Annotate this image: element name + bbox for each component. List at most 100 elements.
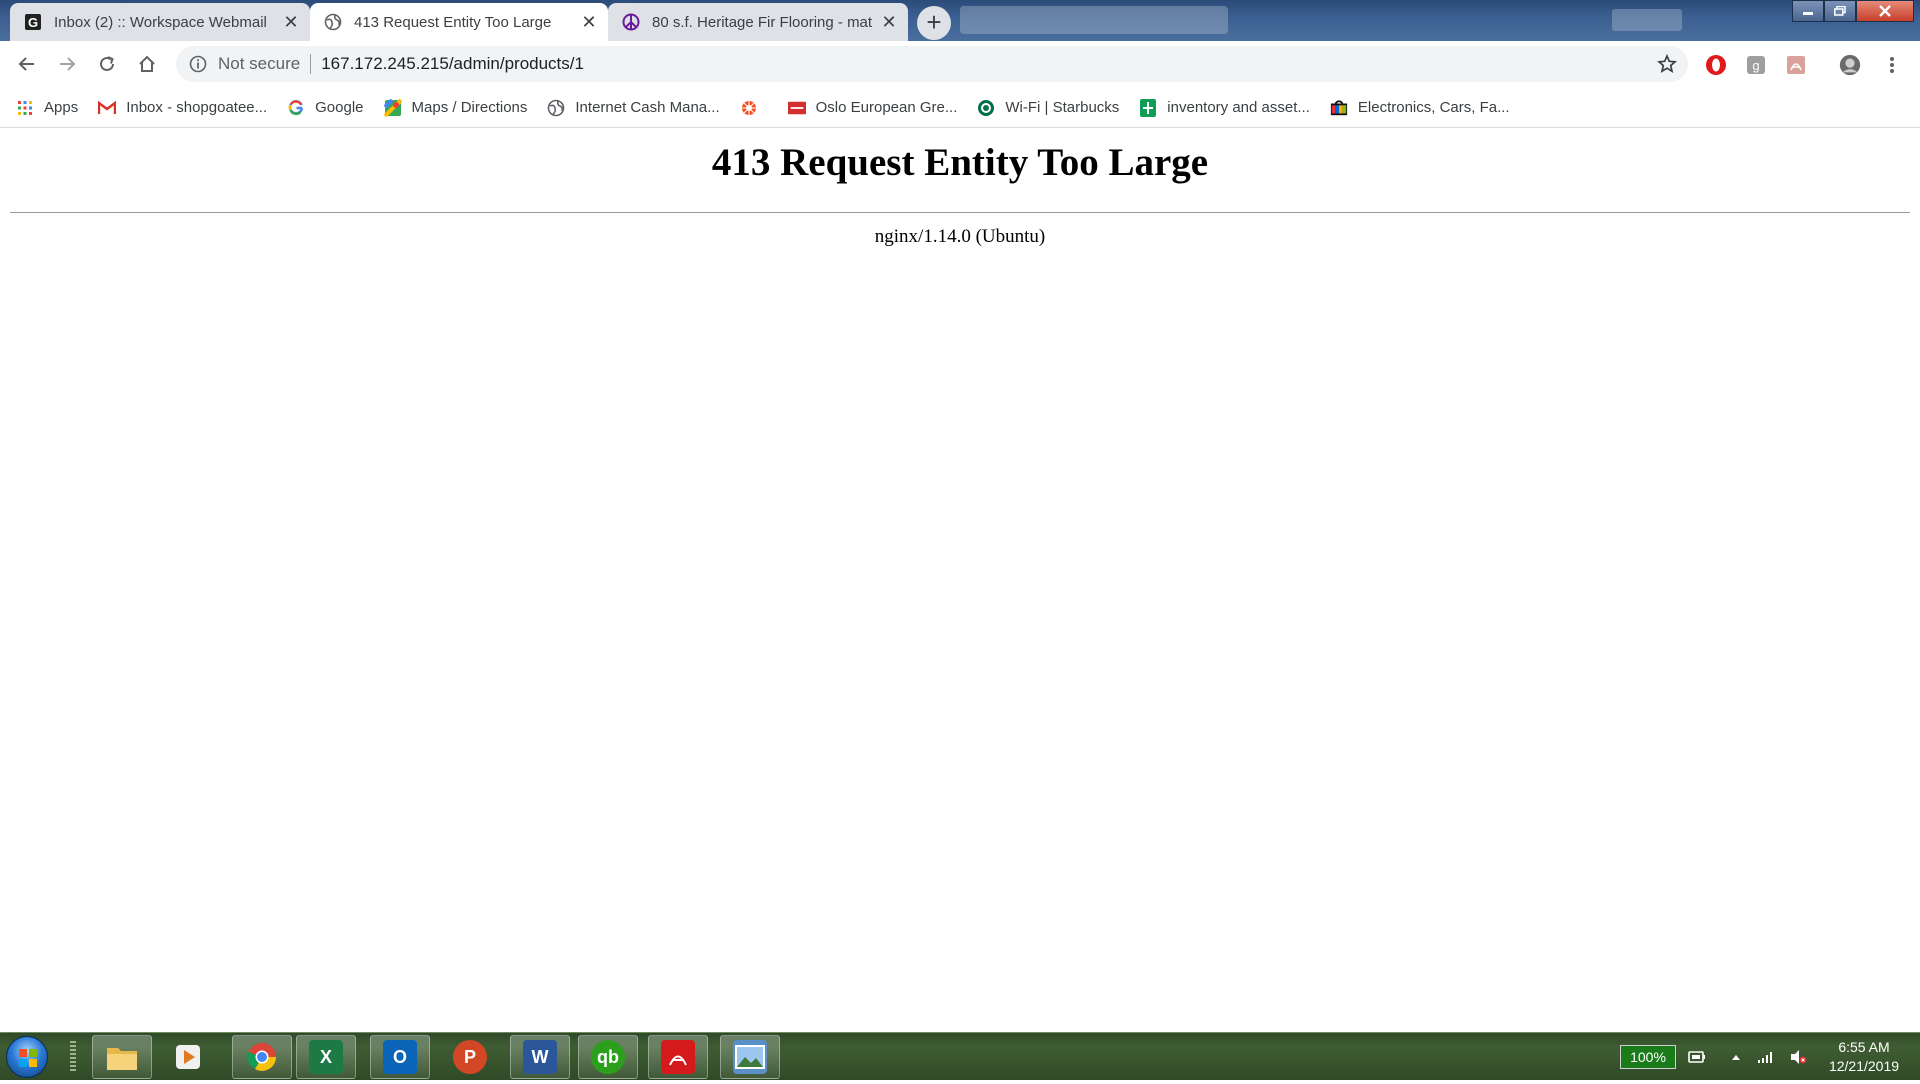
bookmark-oslo[interactable]: Oslo European Gre... — [787, 99, 958, 117]
chrome-icon — [245, 1040, 279, 1074]
bookmark-label: Electronics, Cars, Fa... — [1357, 99, 1510, 116]
photo-viewer-icon — [733, 1040, 767, 1074]
taskbar-file-explorer[interactable] — [92, 1035, 152, 1079]
globe-icon — [547, 99, 565, 117]
taskbar-grip[interactable] — [70, 1041, 76, 1073]
reload-button[interactable] — [92, 49, 122, 79]
bookmark-label: Apps — [44, 99, 79, 116]
flower-icon — [740, 99, 758, 117]
maps-icon — [383, 98, 402, 117]
tab-flooring[interactable]: 80 s.f. Heritage Fir Flooring - mat ✕ — [608, 3, 908, 41]
taskbar-outlook[interactable]: O — [370, 1035, 430, 1079]
red-card-icon — [787, 99, 806, 117]
bookmark-apps[interactable]: Apps — [16, 99, 78, 117]
svg-text:g: g — [1752, 58, 1759, 73]
url-text[interactable]: 167.172.245.215/admin/products/1 — [321, 54, 584, 74]
back-button[interactable] — [12, 49, 42, 79]
gmail-icon — [98, 99, 117, 117]
bookmark-label: Maps / Directions — [411, 99, 528, 116]
bookmark-ebay[interactable]: Electronics, Cars, Fa... — [1330, 99, 1510, 117]
apps-grid-icon — [16, 99, 34, 117]
info-icon[interactable] — [188, 54, 208, 74]
acrobat-icon — [661, 1040, 695, 1074]
bookmarks-bar: Apps Inbox - shopgoatee... Google Maps /… — [0, 88, 1920, 128]
bookmark-starbucks[interactable]: Wi-Fi | Starbucks — [977, 99, 1119, 117]
page-content: 413 Request Entity Too Large nginx/1.14.… — [0, 128, 1920, 1032]
forward-button[interactable] — [52, 49, 82, 79]
opera-extension-icon[interactable] — [1704, 53, 1728, 77]
obscured-region — [1612, 9, 1682, 31]
peace-sign-icon — [622, 13, 640, 31]
bookmark-label: Oslo European Gre... — [815, 99, 958, 116]
close-window-icon[interactable] — [1856, 0, 1914, 22]
tab-webmail[interactable]: G Inbox (2) :: Workspace Webmail ✕ — [10, 3, 310, 41]
media-player-icon — [171, 1040, 205, 1074]
taskbar-word[interactable]: W — [510, 1035, 570, 1079]
taskbar-powerpoint[interactable]: P — [440, 1035, 500, 1079]
server-signature: nginx/1.14.0 (Ubuntu) — [874, 226, 1046, 247]
minimize-icon[interactable] — [1792, 0, 1824, 22]
tab-strip: G Inbox (2) :: Workspace Webmail ✕ 413 R… — [0, 0, 1920, 41]
close-tab-icon[interactable]: ✕ — [580, 13, 598, 31]
taskbar-acrobat[interactable] — [648, 1035, 708, 1079]
taskbar-photos[interactable] — [720, 1035, 780, 1079]
bookmark-maps[interactable]: Maps / Directions — [383, 98, 528, 117]
back-arrow-icon — [18, 57, 34, 71]
power-plug-icon[interactable] — [1686, 1047, 1706, 1067]
divider — [10, 212, 1910, 213]
taskbar-media-player[interactable] — [158, 1035, 218, 1079]
google-icon — [287, 99, 305, 117]
taskbar-excel[interactable]: X — [296, 1035, 356, 1079]
system-clock[interactable]: 6:55 AM 12/21/2019 — [1816, 1038, 1912, 1076]
tab-title: Inbox (2) :: Workspace Webmail — [54, 13, 267, 31]
globe-icon — [324, 13, 342, 31]
bookmark-flower[interactable] — [740, 99, 768, 117]
bookmark-internet-cash[interactable]: Internet Cash Mana... — [547, 99, 720, 117]
restore-icon[interactable] — [1824, 0, 1856, 22]
divider — [310, 54, 312, 74]
volume-muted-icon[interactable] — [1788, 1047, 1808, 1067]
address-bar[interactable]: Not secure 167.172.245.215/admin/product… — [176, 46, 1688, 82]
start-button[interactable] — [6, 1036, 48, 1078]
battery-indicator[interactable]: 100% — [1620, 1045, 1676, 1069]
home-icon — [139, 55, 155, 72]
security-status[interactable]: Not secure — [218, 54, 300, 74]
taskbar-chrome[interactable] — [232, 1035, 292, 1079]
bookmark-google[interactable]: Google — [287, 99, 364, 117]
forward-arrow-icon — [60, 57, 76, 71]
sheets-icon — [1139, 98, 1157, 117]
bookmark-inventory[interactable]: inventory and asset... — [1139, 98, 1310, 117]
close-tab-icon[interactable]: ✕ — [282, 13, 300, 31]
clock-time: 6:55 AM — [1838, 1039, 1890, 1055]
browser-toolbar: Not secure 167.172.245.215/admin/product… — [0, 41, 1920, 88]
bookmark-inbox-gmail[interactable]: Inbox - shopgoatee... — [98, 99, 267, 117]
show-hidden-icons-icon[interactable] — [1726, 1047, 1746, 1067]
g-square-icon: G — [24, 13, 42, 31]
bookmark-label: inventory and asset... — [1167, 99, 1310, 116]
acrobat-extension-icon[interactable] — [1784, 53, 1808, 77]
word-icon: W — [523, 1040, 557, 1074]
more-menu-icon[interactable] — [1880, 53, 1904, 77]
new-tab-button[interactable]: + — [917, 6, 951, 40]
tab-title: 413 Request Entity Too Large — [354, 13, 552, 31]
bookmark-label: Wi-Fi | Starbucks — [1005, 99, 1120, 116]
ebay-bag-icon — [1330, 99, 1348, 117]
bookmark-label: Google — [315, 99, 364, 116]
profile-avatar[interactable] — [1838, 53, 1862, 77]
bookmark-star-icon[interactable] — [1656, 53, 1678, 75]
close-tab-icon[interactable]: ✕ — [880, 13, 898, 31]
powerpoint-icon: P — [453, 1040, 487, 1074]
bookmark-label: Inbox - shopgoatee... — [126, 99, 268, 116]
svg-text:G: G — [28, 15, 38, 30]
tab-title: 80 s.f. Heritage Fir Flooring - mat — [652, 13, 872, 31]
tab-413-error[interactable]: 413 Request Entity Too Large ✕ — [310, 3, 608, 41]
grammarly-extension-icon[interactable]: g — [1744, 53, 1768, 77]
starbucks-icon — [977, 99, 995, 117]
network-signal-icon[interactable] — [1756, 1047, 1776, 1067]
taskbar-quickbooks[interactable]: qb — [578, 1035, 638, 1079]
reload-icon — [100, 56, 114, 71]
folder-icon — [105, 1040, 139, 1074]
home-button[interactable] — [132, 49, 162, 79]
error-heading: 413 Request Entity Too Large — [711, 141, 1209, 184]
excel-icon: X — [309, 1040, 343, 1074]
